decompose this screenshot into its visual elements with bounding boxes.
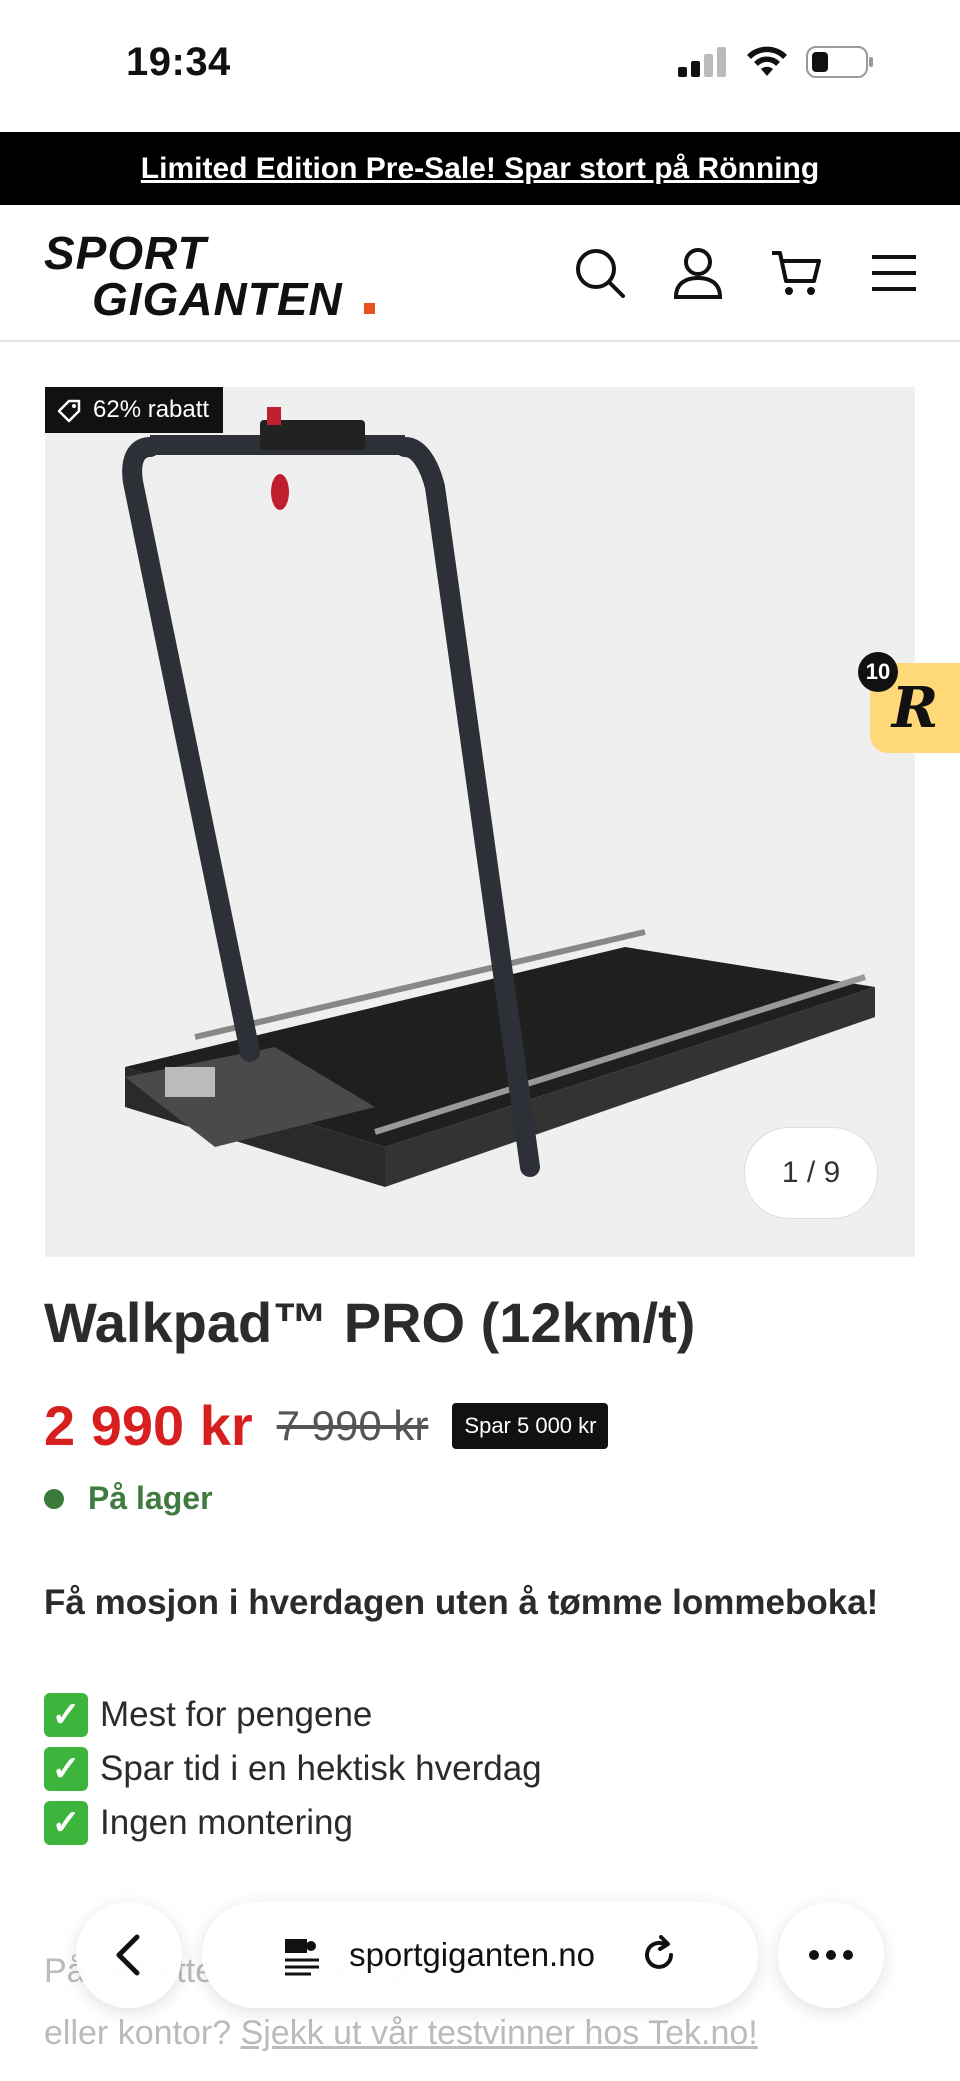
- header-actions: [570, 243, 924, 303]
- discount-text: 62% rabatt: [93, 396, 210, 423]
- ellipsis-icon: [809, 1950, 853, 1960]
- back-button[interactable]: [76, 1902, 182, 2008]
- reviews-count-badge: 10: [858, 652, 898, 692]
- checkmark-icon: ✓: [44, 1801, 88, 1845]
- checkmark-icon: ✓: [44, 1693, 88, 1737]
- address-bar[interactable]: sportgiganten.no: [202, 1902, 758, 2008]
- product-title: Walkpad™ PRO (12km/t): [44, 1291, 696, 1354]
- stock-text: På lager: [88, 1480, 213, 1516]
- stock-status: På lager: [44, 1480, 213, 1517]
- feature-item: ✓ Ingen montering: [44, 1796, 542, 1850]
- feature-text: Mest for pengene: [100, 1695, 373, 1734]
- discount-badge: 62% rabatt: [45, 387, 224, 433]
- url-text[interactable]: sportgiganten.no: [349, 1936, 595, 1974]
- wifi-icon: [747, 46, 787, 76]
- old-price: 7 990 kr: [276, 1401, 429, 1449]
- save-badge: Spar 5 000 kr: [452, 1402, 609, 1449]
- product-tagline: Få mosjon i hverdagen uten å tømme lomme…: [44, 1583, 879, 1622]
- feature-item: ✓ Spar tid i en hektisk hverdag: [44, 1742, 542, 1796]
- current-price: 2 990 kr: [44, 1394, 253, 1457]
- menu-icon[interactable]: [864, 243, 924, 303]
- price-row: 2 990 kr 7 990 kr Spar 5 000 kr: [44, 1393, 609, 1458]
- chevron-left-icon: [116, 1934, 140, 1976]
- announcement-bar[interactable]: Limited Edition Pre-Sale! Spar stort på …: [0, 132, 960, 205]
- feature-list: ✓ Mest for pengene ✓ Spar tid i en hekti…: [44, 1688, 542, 1850]
- tag-icon: [57, 399, 81, 423]
- stock-dot: [44, 1488, 64, 1509]
- image-counter[interactable]: 1 / 9: [744, 1127, 878, 1219]
- feature-text: Ingen montering: [100, 1803, 353, 1842]
- reload-icon[interactable]: [639, 1935, 679, 1975]
- feature-text: Spar tid i en hektisk hverdag: [100, 1749, 542, 1788]
- search-icon[interactable]: [570, 243, 630, 303]
- status-icons: [678, 46, 876, 78]
- reviews-logo: R: [891, 675, 939, 741]
- cart-icon[interactable]: [766, 243, 826, 303]
- battery-icon: [806, 46, 873, 78]
- feature-item: ✓ Mest for pengene: [44, 1688, 542, 1742]
- svg-text:SPORT: SPORT: [44, 227, 210, 279]
- status-time: 19:34: [126, 40, 231, 84]
- more-options-button[interactable]: [778, 1902, 884, 2008]
- cellular-signal-icon: [678, 47, 726, 77]
- site-header: SPORT GIGANTEN: [0, 205, 960, 342]
- site-logo[interactable]: SPORT GIGANTEN: [44, 227, 394, 327]
- status-bar: 19:34: [0, 0, 960, 132]
- svg-text:GIGANTEN: GIGANTEN: [92, 273, 343, 322]
- browser-toolbar: sportgiganten.no: [0, 1890, 960, 2020]
- reader-extension-icon[interactable]: [281, 1933, 325, 1977]
- account-icon[interactable]: [668, 243, 728, 303]
- checkmark-icon: ✓: [44, 1747, 88, 1791]
